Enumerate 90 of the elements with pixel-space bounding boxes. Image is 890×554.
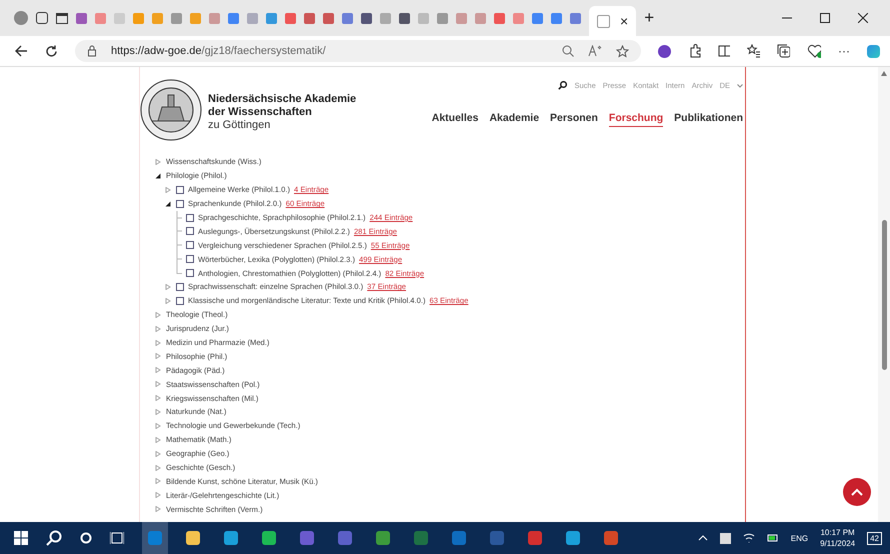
back-arrow-icon[interactable] bbox=[14, 45, 28, 57]
search-icon[interactable] bbox=[558, 81, 568, 90]
favorites-icon[interactable] bbox=[747, 44, 760, 58]
tab-favicon-icon[interactable] bbox=[266, 12, 277, 24]
collapsed-triangle-icon[interactable] bbox=[155, 422, 161, 429]
checkbox[interactable] bbox=[186, 269, 194, 278]
wifi-icon[interactable] bbox=[742, 532, 755, 544]
nav-link[interactable]: Personen bbox=[550, 112, 598, 127]
tab-favicon-icon[interactable] bbox=[532, 12, 543, 24]
caret-icon[interactable] bbox=[737, 84, 743, 88]
battery-icon[interactable] bbox=[766, 532, 779, 544]
favorite-star-icon[interactable] bbox=[616, 44, 629, 58]
collapsed-triangle-icon[interactable] bbox=[155, 353, 161, 360]
checkbox[interactable] bbox=[186, 255, 194, 264]
new-tab-button[interactable]: + bbox=[644, 8, 654, 28]
extension-icon[interactable] bbox=[658, 44, 671, 58]
clock[interactable]: 10:17 PM 9/11/2024 bbox=[820, 527, 856, 549]
checkbox[interactable] bbox=[186, 214, 194, 222]
checkbox[interactable] bbox=[186, 227, 194, 236]
task-view-icon[interactable] bbox=[110, 531, 124, 545]
checkbox[interactable] bbox=[186, 241, 194, 250]
nav-link[interactable]: Forschung bbox=[608, 112, 664, 127]
read-aloud-icon[interactable] bbox=[588, 45, 602, 57]
tab-favicon-icon[interactable] bbox=[399, 12, 410, 24]
collapsed-triangle-icon[interactable] bbox=[155, 340, 161, 346]
zoom-icon[interactable] bbox=[562, 45, 574, 57]
search-icon[interactable] bbox=[46, 530, 62, 546]
tray-app-icon[interactable] bbox=[720, 532, 731, 544]
expanded-triangle-icon[interactable] bbox=[155, 172, 161, 179]
reload-icon[interactable] bbox=[45, 44, 58, 58]
checkbox[interactable] bbox=[176, 296, 184, 305]
collapsed-triangle-icon[interactable] bbox=[155, 367, 161, 374]
tab-favicon-icon[interactable] bbox=[228, 12, 239, 24]
collapsed-triangle-icon[interactable] bbox=[155, 506, 161, 512]
profile-icon[interactable] bbox=[14, 11, 28, 25]
puzzle-icon[interactable] bbox=[688, 44, 701, 58]
health-heart-icon[interactable] bbox=[806, 44, 821, 58]
tab-favicon-icon[interactable] bbox=[570, 12, 581, 24]
collapsed-triangle-icon[interactable] bbox=[155, 381, 161, 388]
collapsed-triangle-icon[interactable] bbox=[155, 395, 161, 402]
collapsed-triangle-icon[interactable] bbox=[155, 450, 161, 457]
workspaces-icon[interactable] bbox=[36, 12, 48, 24]
academy-location: zu Göttingen bbox=[208, 119, 272, 132]
tab-favicon-icon[interactable] bbox=[76, 12, 87, 24]
collapsed-triangle-icon[interactable] bbox=[165, 298, 171, 304]
tab-favicon-icon[interactable] bbox=[342, 12, 353, 24]
scroll-up-arrow-icon[interactable] bbox=[881, 71, 887, 76]
academy-name: Niedersächsische Akademie bbox=[208, 93, 358, 106]
split-screen-icon[interactable] bbox=[718, 44, 730, 58]
lock-icon bbox=[87, 45, 97, 57]
collections-icon[interactable] bbox=[776, 44, 790, 58]
collapsed-triangle-icon[interactable] bbox=[155, 158, 161, 165]
checkbox[interactable] bbox=[176, 282, 184, 291]
expanded-triangle-icon[interactable] bbox=[165, 200, 171, 207]
active-tab[interactable]: × bbox=[589, 6, 636, 36]
collapsed-triangle-icon[interactable] bbox=[155, 312, 161, 318]
collapsed-triangle-icon[interactable] bbox=[165, 284, 171, 290]
scroll-to-top-button[interactable] bbox=[843, 478, 871, 506]
windows-start-icon[interactable] bbox=[14, 531, 28, 545]
checkbox[interactable] bbox=[176, 186, 184, 194]
tab-actions-icon[interactable] bbox=[56, 12, 68, 24]
chevron-up-icon[interactable] bbox=[698, 535, 708, 541]
cortana-circle-icon[interactable] bbox=[80, 532, 92, 544]
collapsed-triangle-icon[interactable] bbox=[165, 186, 171, 193]
academy-name: der Wissenschaften bbox=[208, 106, 313, 119]
chevron-up-icon bbox=[851, 488, 863, 496]
collapsed-triangle-icon[interactable] bbox=[155, 464, 161, 471]
notification-count[interactable]: 42 bbox=[867, 532, 882, 544]
tab-favicon-icon[interactable] bbox=[551, 12, 562, 24]
collapsed-triangle-icon[interactable] bbox=[155, 326, 161, 332]
seal-logo-drawing[interactable] bbox=[140, 79, 202, 141]
tab-favicon-icon[interactable] bbox=[285, 12, 296, 24]
nav-link[interactable]: Aktuelles bbox=[432, 112, 478, 127]
more-menu-button[interactable]: ··· bbox=[838, 44, 850, 58]
close-tab-button[interactable]: × bbox=[620, 13, 628, 29]
address-field[interactable]: https://adw-goe.de/gjz18/faechersystematik/ bbox=[75, 40, 641, 62]
copilot-icon[interactable] bbox=[867, 44, 880, 58]
tab-favicon-icon[interactable] bbox=[361, 12, 372, 24]
checkbox[interactable] bbox=[176, 200, 184, 208]
nav-link[interactable]: Publikationen bbox=[674, 112, 743, 127]
nav-link[interactable]: Akademie bbox=[489, 112, 540, 127]
input-language[interactable]: ENG bbox=[790, 534, 808, 542]
tab-favicon-icon[interactable] bbox=[494, 12, 505, 24]
collapsed-triangle-icon[interactable] bbox=[155, 436, 161, 443]
collapsed-triangle-icon[interactable] bbox=[155, 492, 161, 498]
collapsed-triangle-icon[interactable] bbox=[155, 408, 161, 415]
tab-favicon-icon[interactable] bbox=[323, 12, 334, 24]
collapsed-triangle-icon[interactable] bbox=[155, 478, 161, 484]
tab-favicon-icon[interactable] bbox=[304, 12, 315, 24]
scrollbar[interactable] bbox=[878, 67, 890, 522]
